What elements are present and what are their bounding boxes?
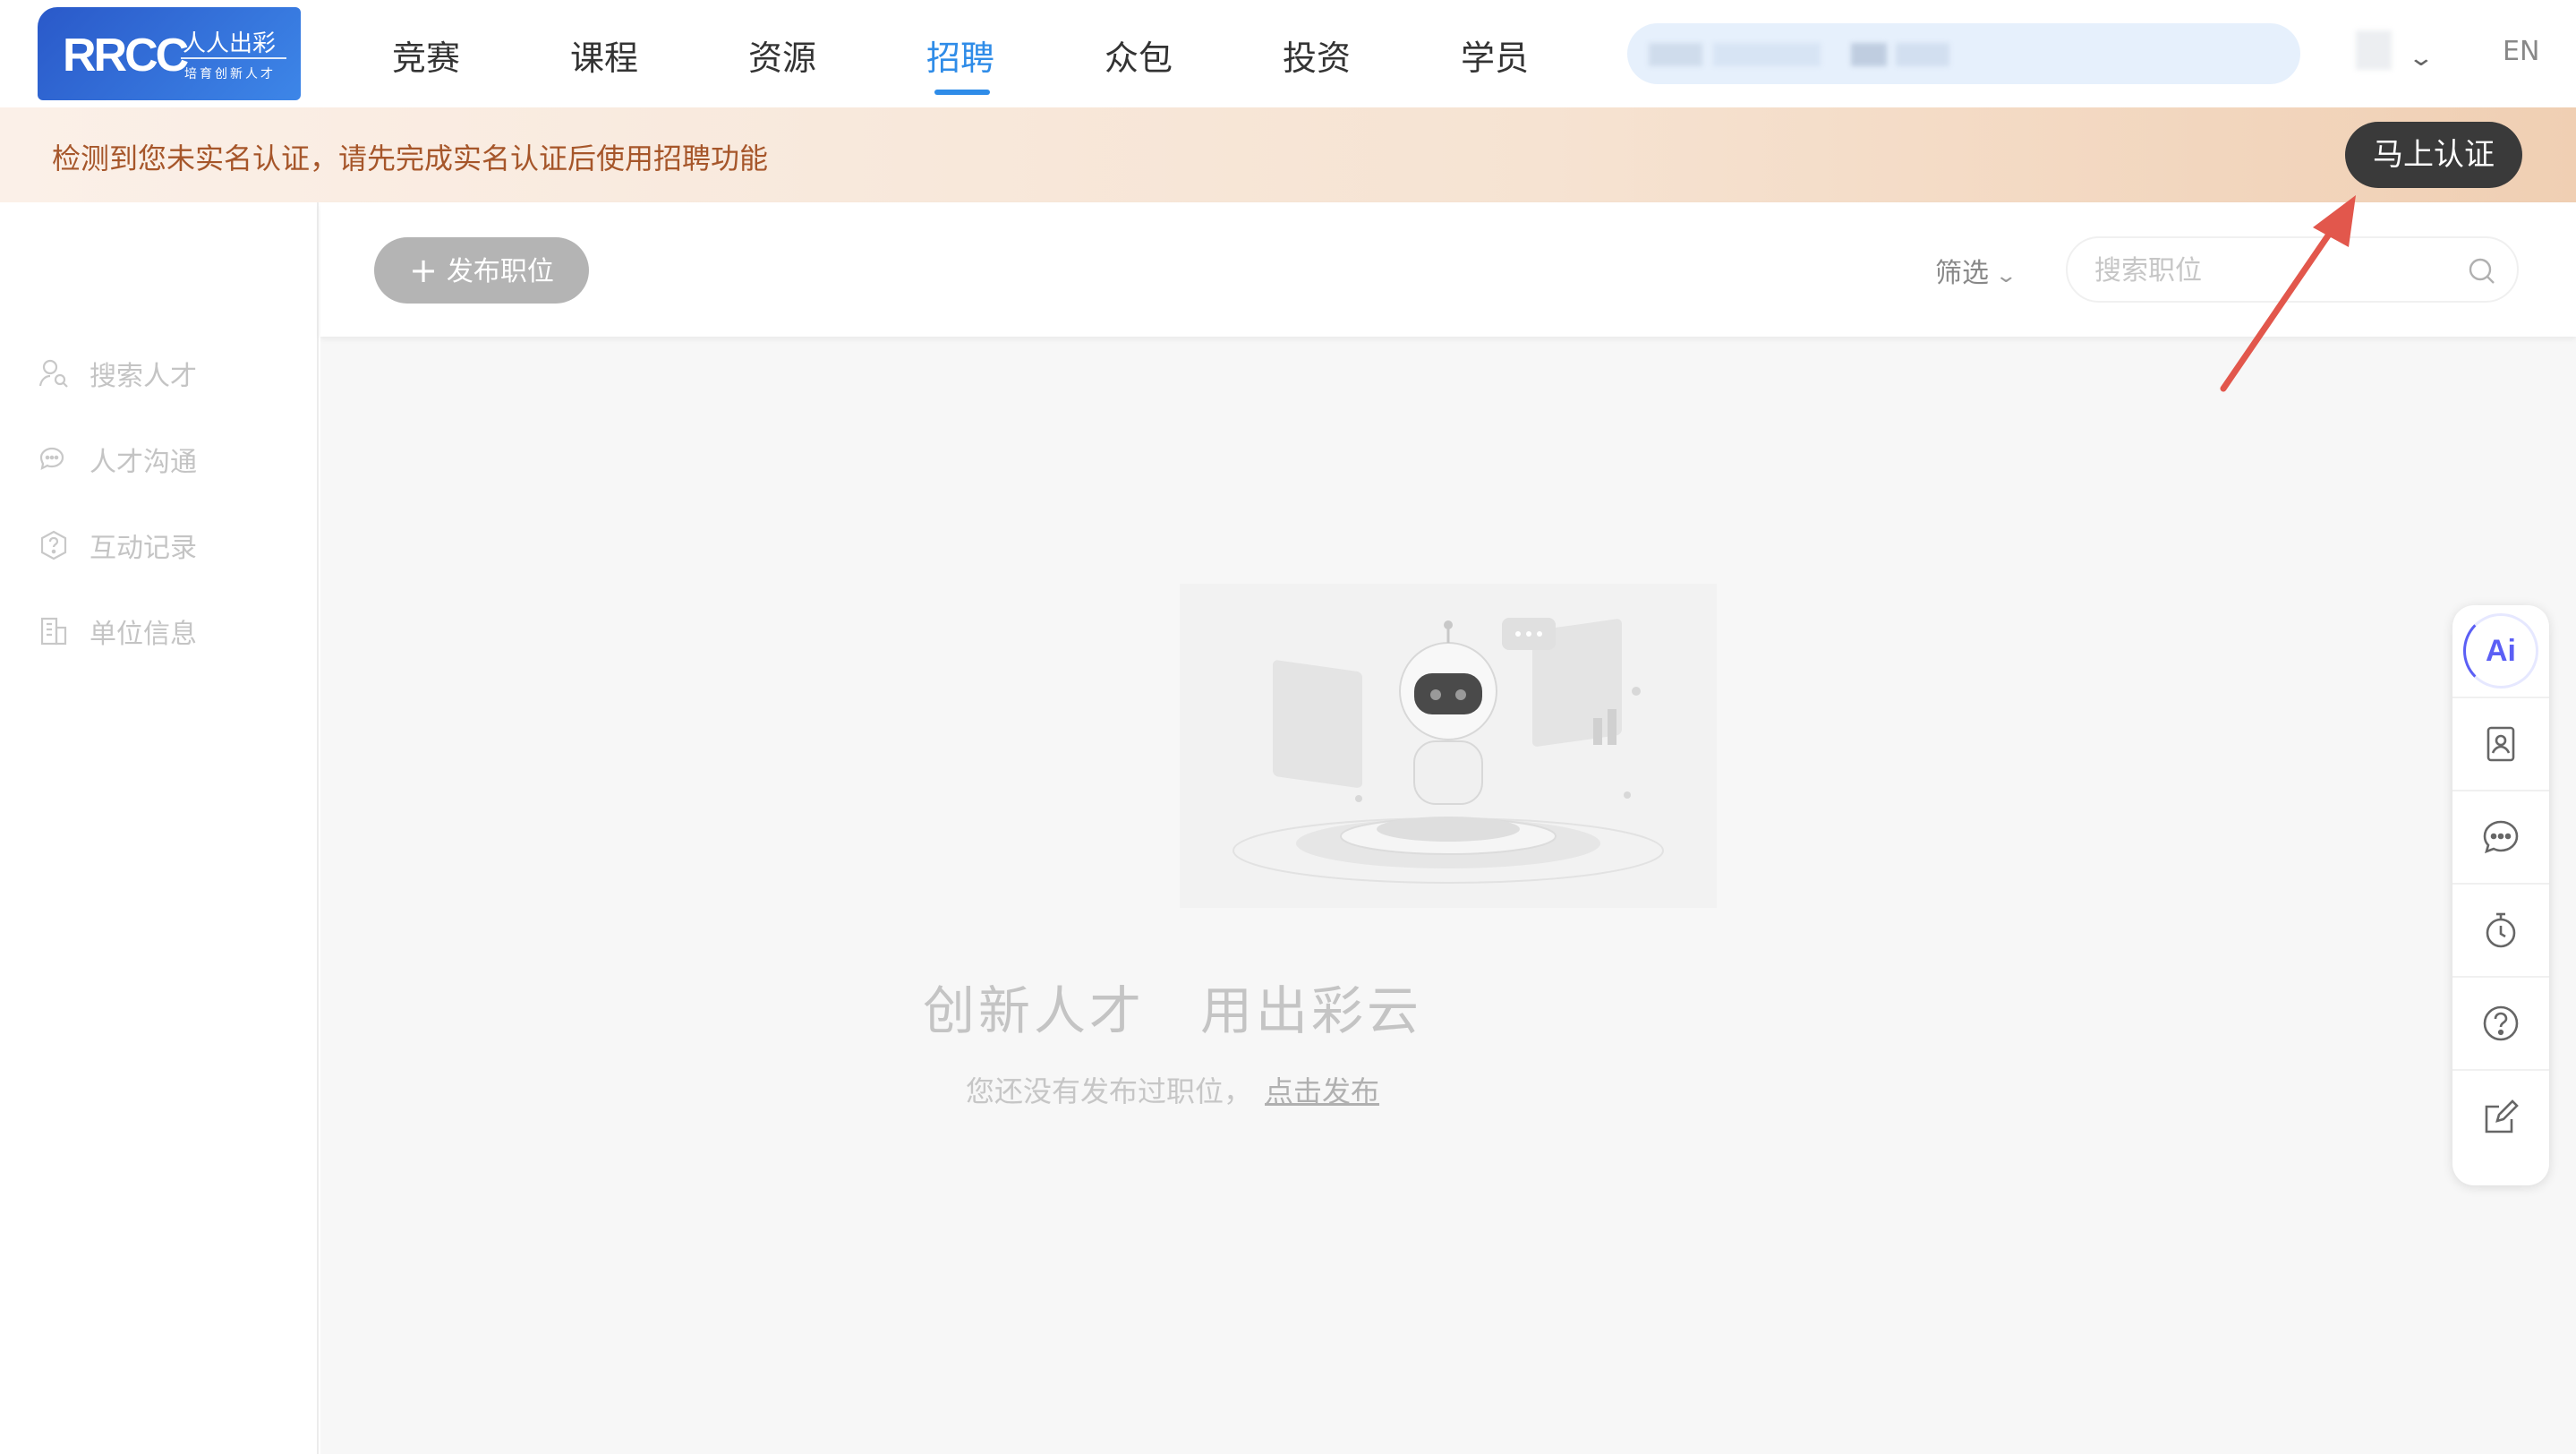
nav-item-students[interactable]: 学员 <box>1461 0 1639 107</box>
active-tab-indicator <box>934 90 990 95</box>
sidebar-item-label: 互动记录 <box>90 533 197 564</box>
nav-label: 招聘 <box>926 38 995 78</box>
building-icon <box>40 617 67 646</box>
publish-link[interactable]: 点击发布 <box>1265 1074 1379 1108</box>
chat-button[interactable] <box>2452 791 2549 885</box>
filter-label: 筛选 <box>1935 258 1989 289</box>
help-icon <box>2483 1005 2519 1041</box>
nav-label: 学员 <box>1461 38 1530 78</box>
logo-cn-name: 人人出彩 <box>183 30 277 57</box>
chat-icon <box>2483 820 2519 854</box>
verify-now-button[interactable]: 马上认证 <box>2345 122 2522 188</box>
redacted-text <box>1713 43 1821 66</box>
sidebar-item-search-talent[interactable]: 搜索人才 <box>38 351 197 396</box>
question-shield-icon <box>40 530 67 560</box>
search-icon[interactable] <box>2467 256 2497 287</box>
floating-toolbar: Ai <box>2452 605 2549 1185</box>
nav-item-investment[interactable]: 投资 <box>1283 0 1461 107</box>
rrcc-logo[interactable]: RRCC 人人出彩 培育创新人才 <box>38 7 301 100</box>
nav-item-courses[interactable]: 课程 <box>570 0 748 107</box>
ai-assistant-button[interactable]: Ai <box>2452 605 2549 698</box>
language-switch[interactable]: EN <box>2503 36 2539 67</box>
edit-icon <box>2485 1099 2519 1133</box>
redacted-text <box>1851 43 1887 66</box>
robot-illustration <box>1180 584 1717 908</box>
user-search-icon <box>38 359 68 388</box>
chevron-down-icon: ⌄ <box>1994 265 2018 287</box>
empty-message-text: 您还没有发布过职位， <box>965 1074 1252 1108</box>
verification-banner: 检测到您未实名认证，请先完成实名认证后使用招聘功能 <box>0 107 2576 202</box>
filter-dropdown[interactable]: 筛选 ⌄ <box>1935 251 2018 290</box>
logo-subtitle: 培育创新人才 <box>184 67 276 81</box>
nav-label: 竞赛 <box>392 38 461 78</box>
feedback-button[interactable] <box>2452 1071 2549 1164</box>
timer-icon <box>2486 912 2516 948</box>
contact-card-button[interactable] <box>2452 698 2549 791</box>
top-navigation: RRCC 人人出彩 培育创新人才 竞赛 课程 资源 招聘 众包 投资 学员 ⌄ … <box>0 0 2576 107</box>
nav-item-resources[interactable]: 资源 <box>748 0 926 107</box>
chat-bubbles-icon <box>39 447 64 470</box>
ai-icon: Ai <box>2463 613 2538 689</box>
sidebar-item-label: 搜索人才 <box>90 361 197 392</box>
contact-card-icon <box>2486 726 2515 762</box>
nav-item-crowdsourcing[interactable]: 众包 <box>1105 0 1283 107</box>
sidebar-item-interaction-records[interactable]: 互动记录 <box>38 523 197 568</box>
empty-state-message: 您还没有发布过职位， 点击发布 <box>320 1069 2025 1110</box>
redacted-text <box>1896 43 1949 66</box>
sidebar-item-label: 人才沟通 <box>90 447 197 478</box>
annotation-arrow <box>2220 195 2356 392</box>
sidebar-item-label: 单位信息 <box>90 619 197 650</box>
nav-label: 众包 <box>1105 38 1173 78</box>
chevron-down-icon: ⌄ <box>2407 45 2435 72</box>
sidebar-item-talent-chat[interactable]: 人才沟通 <box>38 437 197 482</box>
nav-item-recruitment[interactable]: 招聘 <box>926 0 1105 107</box>
logo-divider <box>181 57 286 59</box>
redacted-text <box>1649 43 1702 66</box>
banner-message: 检测到您未实名认证，请先完成实名认证后使用招聘功能 <box>52 141 769 175</box>
publish-job-button[interactable]: + 发布职位 <box>374 237 589 304</box>
logo-brand-text: RRCC <box>63 30 189 81</box>
publish-label: 发布职位 <box>446 256 554 287</box>
sidebar-item-company-info[interactable]: 单位信息 <box>38 609 197 654</box>
sidebar: 搜索人才 人才沟通 互动记录 单位信息 <box>0 202 319 1454</box>
nav-label: 资源 <box>748 38 817 78</box>
nav-label: 投资 <box>1283 38 1352 78</box>
main-nav: 竞赛 课程 资源 招聘 众包 投资 学员 <box>392 0 1639 107</box>
nav-label: 课程 <box>570 38 639 78</box>
help-button[interactable] <box>2452 978 2549 1071</box>
timer-button[interactable] <box>2452 885 2549 978</box>
plus-icon: + <box>409 251 438 290</box>
avatar <box>2356 30 2392 70</box>
empty-state-slogan: 创新人才 用出彩云 <box>922 980 1422 1041</box>
nav-item-competition[interactable]: 竞赛 <box>392 0 570 107</box>
user-menu[interactable]: ⌄ <box>2334 25 2435 84</box>
global-search-bar[interactable] <box>1627 23 2300 84</box>
